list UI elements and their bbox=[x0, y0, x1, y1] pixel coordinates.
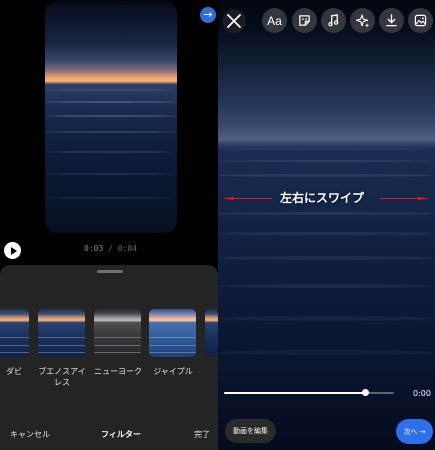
next-arrow-icon[interactable]: → bbox=[200, 7, 216, 23]
current-time: 0:03 bbox=[84, 244, 104, 253]
time-separator: / bbox=[103, 244, 118, 253]
filter-label-jaipur: ジャイプル bbox=[153, 367, 193, 376]
filter-label-buenos-aires: ブエノスアイレス bbox=[38, 367, 86, 387]
close-button[interactable] bbox=[222, 9, 246, 33]
cancel-button[interactable]: キャンセル bbox=[10, 429, 50, 440]
filter-thumb-dubai[interactable] bbox=[0, 309, 29, 357]
story-video-canvas[interactable] bbox=[218, 0, 435, 450]
next-button[interactable]: 次へ → bbox=[396, 419, 433, 444]
filter-thumb-next[interactable] bbox=[205, 309, 218, 357]
video-duration: 0:00 bbox=[413, 389, 431, 398]
effects-button[interactable] bbox=[350, 8, 375, 33]
sticker-icon bbox=[299, 15, 310, 26]
sticker-button[interactable] bbox=[292, 8, 317, 33]
video-preview[interactable] bbox=[45, 1, 177, 233]
filter-label-new-york: ニューヨーク bbox=[94, 367, 142, 376]
gallery-button[interactable] bbox=[408, 8, 433, 33]
swipe-instruction-label: 左右にスワイプ bbox=[280, 191, 365, 205]
filter-thumb-buenos-aires[interactable] bbox=[38, 309, 85, 357]
sheet-drag-handle[interactable] bbox=[97, 270, 123, 273]
music-button[interactable] bbox=[321, 8, 346, 33]
text-tool-label: Aa bbox=[267, 13, 282, 28]
music-icon bbox=[328, 14, 339, 27]
filter-label-dubai: ダビ bbox=[6, 367, 22, 376]
filter-sheet bbox=[0, 265, 218, 450]
play-button[interactable] bbox=[4, 242, 21, 259]
total-time: 0:04 bbox=[117, 244, 137, 253]
video-scrubber-progress bbox=[224, 392, 365, 394]
video-timecode: 0:03 / 0:04 bbox=[84, 244, 137, 253]
text-tool-button[interactable]: Aa bbox=[262, 8, 287, 33]
image-icon bbox=[414, 14, 427, 27]
video-scrubber-thumb[interactable] bbox=[362, 389, 369, 396]
arrow-right-icon: → bbox=[419, 427, 426, 436]
download-icon bbox=[386, 14, 397, 27]
filter-thumb-new-york[interactable] bbox=[94, 309, 141, 357]
download-button[interactable] bbox=[379, 8, 404, 33]
filter-sheet-title: フィルター bbox=[101, 430, 141, 439]
next-label: 次へ bbox=[403, 427, 418, 436]
close-icon bbox=[227, 14, 241, 28]
filter-thumb-jaipur[interactable] bbox=[149, 309, 196, 357]
play-icon bbox=[10, 246, 17, 255]
sparkle-icon bbox=[355, 13, 369, 28]
done-button[interactable]: 完了 bbox=[194, 429, 210, 440]
edit-video-button[interactable]: 動画を編集 bbox=[225, 419, 276, 443]
